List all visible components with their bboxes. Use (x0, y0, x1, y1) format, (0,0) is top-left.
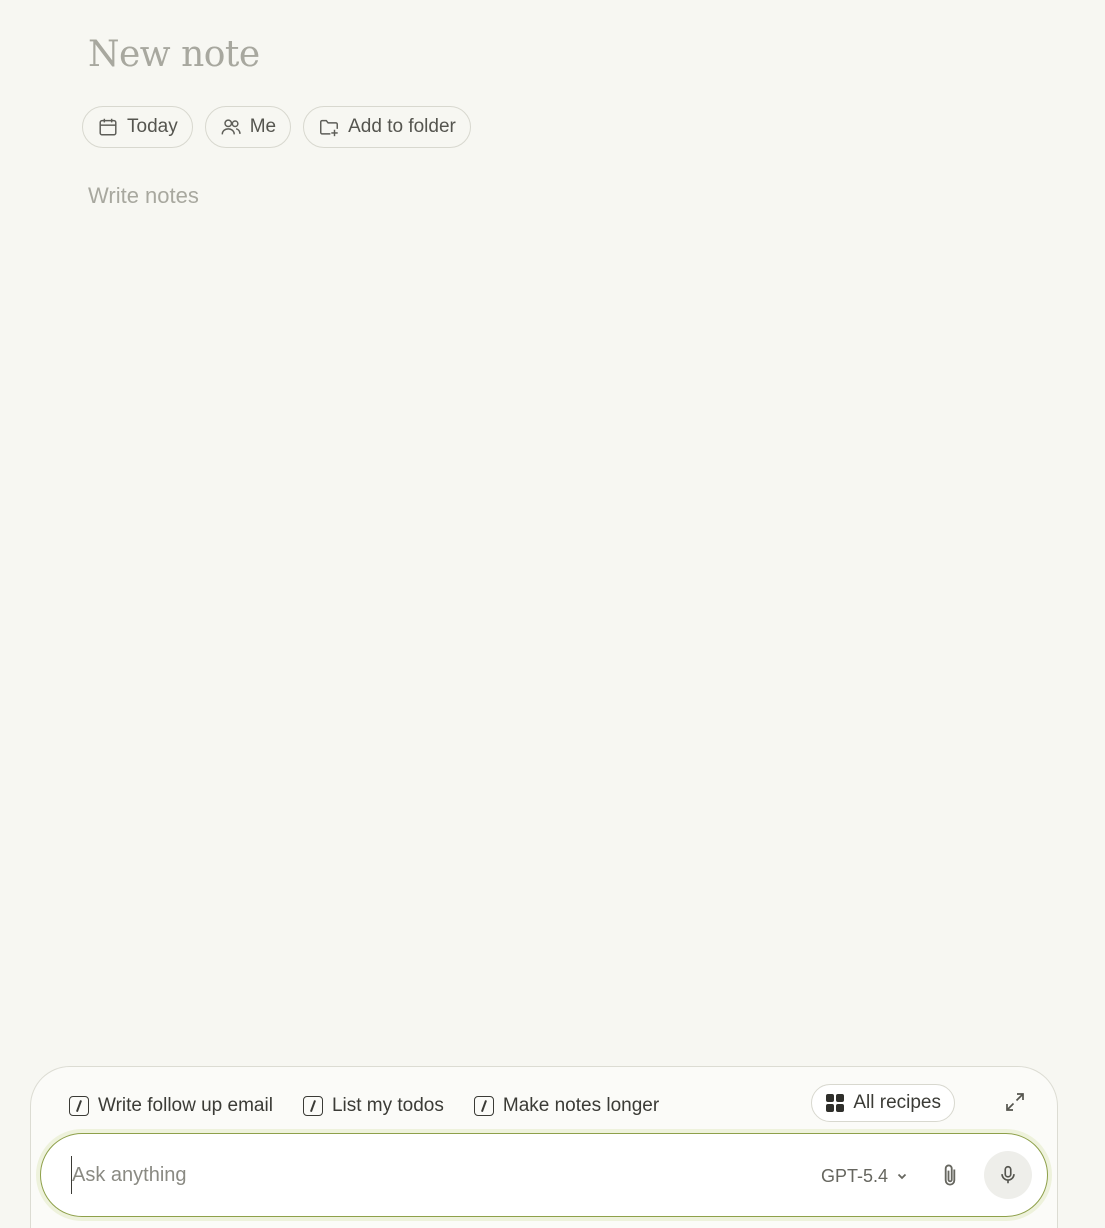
all-recipes-label: All recipes (853, 1092, 941, 1113)
microphone-button[interactable] (984, 1151, 1032, 1199)
paperclip-icon[interactable] (937, 1162, 963, 1190)
recipe-label: Write follow up email (98, 1095, 273, 1116)
expand-icon[interactable] (1003, 1090, 1027, 1114)
slash-command-icon (473, 1096, 494, 1116)
add-to-folder-label: Add to folder (348, 116, 456, 137)
slash-command-icon (302, 1096, 323, 1116)
chat-panel: Write follow up email List my todos Make… (30, 1066, 1058, 1228)
folder-plus-icon (320, 119, 339, 137)
recipe-list-my-todos[interactable]: List my todos (302, 1095, 444, 1117)
recipe-label: List my todos (331, 1095, 444, 1116)
model-select-label: GPT-5.4 (821, 1165, 889, 1186)
note-body-editor[interactable]: Write notes (88, 183, 199, 209)
slash-command-icon (69, 1096, 89, 1116)
people-icon (221, 119, 241, 135)
attendees-chip[interactable]: Me (204, 106, 292, 148)
grid-icon (826, 1094, 845, 1112)
add-to-folder-chip[interactable]: Add to folder (303, 106, 471, 148)
date-chip-label: Today (127, 116, 178, 137)
attendees-chip-label: Me (249, 116, 277, 137)
date-chip[interactable]: Today (82, 106, 193, 148)
model-select[interactable]: GPT-5.4 (821, 1162, 908, 1190)
recipe-make-notes-longer[interactable]: Make notes longer (473, 1095, 660, 1117)
ask-box: GPT-5.4 (40, 1133, 1048, 1217)
microphone-icon (1001, 1165, 1015, 1184)
recipe-write-follow-up-email[interactable]: Write follow up email (69, 1095, 273, 1117)
recipe-label: Make notes longer (502, 1095, 660, 1116)
calendar-icon (99, 118, 117, 136)
note-title[interactable]: New note (88, 34, 260, 75)
note-meta-chips: Today Me Add to folder (82, 106, 471, 148)
chevron-down-icon (897, 1173, 907, 1180)
ask-input[interactable] (71, 1156, 771, 1194)
all-recipes-button[interactable]: All recipes (811, 1084, 955, 1122)
recipes-row: Write follow up email List my todos Make… (69, 1084, 1027, 1123)
note-page: New note Today Me Add to folder Write no… (0, 0, 1105, 1228)
